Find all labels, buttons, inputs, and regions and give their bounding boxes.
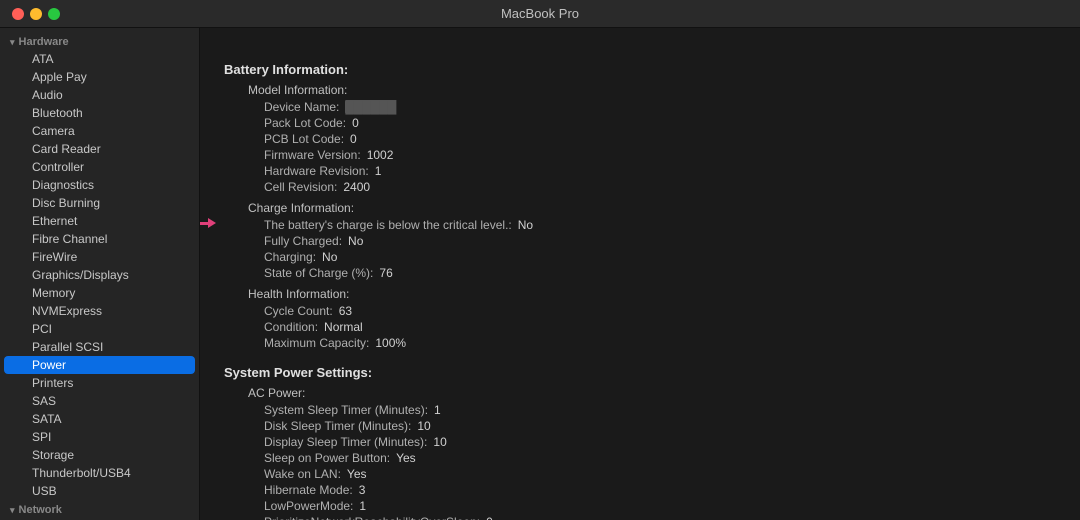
battery-info-title: Battery Information: (224, 62, 1056, 77)
maximize-button[interactable] (48, 8, 60, 20)
ac-display-sleep-label: Display Sleep Timer (Minutes): (264, 435, 427, 449)
sidebar-item-graphics-displays[interactable]: Graphics/Displays (4, 266, 195, 284)
titlebar-buttons (12, 8, 60, 20)
device-name-label: Device Name: (264, 100, 339, 114)
cell-rev-label: Cell Revision: (264, 180, 337, 194)
window-title: MacBook Pro (501, 6, 579, 21)
sidebar-item-ata[interactable]: ATA (4, 50, 195, 68)
network-section-header[interactable]: ▾ Network (0, 500, 199, 518)
system-power-title: System Power Settings: (224, 365, 1056, 380)
content-area: Battery Information: Model Information: … (200, 28, 1080, 520)
max-capacity-label: Maximum Capacity: (264, 336, 369, 350)
sidebar-item-usb[interactable]: USB (4, 482, 195, 500)
pack-lot-value: 0 (352, 116, 359, 130)
sidebar-item-bluetooth[interactable]: Bluetooth (4, 104, 195, 122)
device-name-value: ██████ (345, 100, 396, 114)
ac-lowpower-label: LowPowerMode: (264, 499, 353, 513)
max-capacity-value: 100% (375, 336, 406, 350)
sidebar-item-ethernet[interactable]: Ethernet (4, 212, 195, 230)
pcb-lot-label: PCB Lot Code: (264, 132, 344, 146)
firmware-value: 1002 (367, 148, 394, 162)
ac-hibernate-value: 3 (359, 483, 366, 497)
sidebar-item-camera[interactable]: Camera (4, 122, 195, 140)
hardware-rev-value: 1 (375, 164, 382, 178)
charging-label: Charging: (264, 250, 316, 264)
cell-rev-value: 2400 (343, 180, 370, 194)
state-of-charge-value: 76 (379, 266, 392, 280)
network-arrow-icon: ▾ (10, 505, 15, 516)
sidebar-item-nvmexpress[interactable]: NVMExpress (4, 302, 195, 320)
model-info-title: Model Information: (232, 83, 1056, 97)
ac-lowpower-value: 1 (359, 499, 366, 513)
sidebar-item-spi[interactable]: SPI (4, 428, 195, 446)
sidebar-item-sas[interactable]: SAS (4, 392, 195, 410)
health-info-title: Health Information: (232, 287, 1056, 301)
titlebar: MacBook Pro (0, 0, 1080, 28)
charge-info-title: Charge Information: (232, 201, 1056, 215)
ac-power-title: AC Power: (232, 386, 1056, 400)
condition-value: Normal (324, 320, 363, 334)
sidebar-item-firewire[interactable]: FireWire (4, 248, 195, 266)
sidebar-item-storage[interactable]: Storage (4, 446, 195, 464)
hardware-arrow-icon: ▾ (10, 37, 15, 48)
pack-lot-label: Pack Lot Code: (264, 116, 346, 130)
close-button[interactable] (12, 8, 24, 20)
sidebar-item-controller[interactable]: Controller (4, 158, 195, 176)
ac-sleep-power-btn-value: Yes (396, 451, 416, 465)
sidebar-item-memory[interactable]: Memory (4, 284, 195, 302)
charge-below-label: The battery's charge is below the critic… (264, 218, 512, 232)
sidebar-item-parallel-scsi[interactable]: Parallel SCSI (4, 338, 195, 356)
ac-prioritize-label: PrioritizeNetworkReachabilityOverSleep: (264, 515, 480, 520)
state-of-charge-label: State of Charge (%): (264, 266, 373, 280)
ac-wake-lan-value: Yes (347, 467, 367, 481)
charging-value: No (322, 250, 337, 264)
sidebar-item-card-reader[interactable]: Card Reader (4, 140, 195, 158)
network-section-label: Network (19, 504, 62, 516)
fully-charged-value: No (348, 234, 363, 248)
pcb-lot-value: 0 (350, 132, 357, 146)
ac-wake-lan-label: Wake on LAN: (264, 467, 341, 481)
arrow-annotation (200, 218, 216, 228)
ac-sleep-power-btn-label: Sleep on Power Button: (264, 451, 390, 465)
ac-system-sleep-value: 1 (434, 403, 441, 417)
ac-disk-sleep-label: Disk Sleep Timer (Minutes): (264, 419, 411, 433)
sidebar-item-disc-burning[interactable]: Disc Burning (4, 194, 195, 212)
minimize-button[interactable] (30, 8, 42, 20)
hardware-section-label: Hardware (19, 36, 69, 48)
charge-below-value: No (518, 218, 533, 232)
sidebar-item-pci[interactable]: PCI (4, 320, 195, 338)
firmware-label: Firmware Version: (264, 148, 361, 162)
cycle-count-value: 63 (339, 304, 352, 318)
condition-label: Condition: (264, 320, 318, 334)
ac-display-sleep-value: 10 (433, 435, 446, 449)
sidebar-item-sata[interactable]: SATA (4, 410, 195, 428)
hardware-section-header[interactable]: ▾ Hardware (0, 32, 199, 50)
ac-system-sleep-label: System Sleep Timer (Minutes): (264, 403, 428, 417)
sidebar-item-thunderbolt[interactable]: Thunderbolt/USB4 (4, 464, 195, 482)
sidebar-item-fibre-channel[interactable]: Fibre Channel (4, 230, 195, 248)
sidebar-item-apple-pay[interactable]: Apple Pay (4, 68, 195, 86)
sidebar-item-diagnostics[interactable]: Diagnostics (4, 176, 195, 194)
sidebar-item-power[interactable]: Power (4, 356, 195, 374)
ac-prioritize-value: 0 (486, 515, 493, 520)
sidebar-item-audio[interactable]: Audio (4, 86, 195, 104)
cycle-count-label: Cycle Count: (264, 304, 333, 318)
sidebar: ▾ Hardware ATA Apple Pay Audio Bluetooth… (0, 28, 200, 520)
sidebar-item-printers[interactable]: Printers (4, 374, 195, 392)
hardware-rev-label: Hardware Revision: (264, 164, 369, 178)
fully-charged-label: Fully Charged: (264, 234, 342, 248)
ac-disk-sleep-value: 10 (417, 419, 430, 433)
ac-hibernate-label: Hibernate Mode: (264, 483, 353, 497)
